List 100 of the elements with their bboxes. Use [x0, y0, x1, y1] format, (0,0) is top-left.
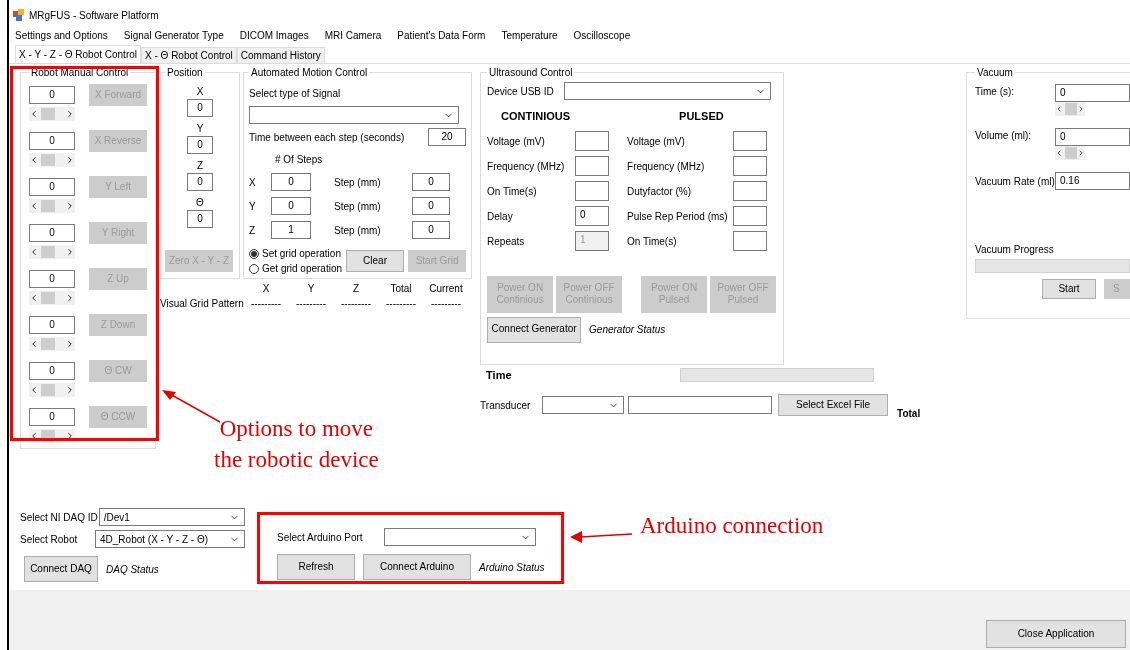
- tab[interactable]: Command History: [236, 47, 325, 63]
- tab[interactable]: X - Y - Z - Θ Robot Control: [15, 45, 141, 63]
- vacuum-button[interactable]: Start: [1042, 279, 1096, 299]
- table-cell-text: ---------: [251, 297, 281, 311]
- status-text: Arduino Status: [479, 560, 545, 575]
- menu-item[interactable]: Patient's Data Form: [397, 27, 486, 43]
- connect-button[interactable]: Connect Arduino: [363, 554, 471, 580]
- input-field[interactable]: 0: [412, 197, 450, 215]
- label: X: [249, 175, 257, 190]
- label: Y: [249, 199, 257, 214]
- scroll-bar[interactable]: [1055, 102, 1085, 116]
- tab[interactable]: X - Θ Robot Control: [141, 47, 237, 63]
- panel-title: Automated Motion Control: [250, 66, 369, 80]
- label: Vacuum Progress: [975, 243, 1055, 257]
- menu-item[interactable]: DICOM Images: [239, 27, 309, 43]
- label: On Time(s): [487, 184, 538, 199]
- label: Frequency (MHz): [627, 159, 706, 174]
- input-field[interactable]: [575, 181, 610, 201]
- input-field[interactable]: 0: [412, 221, 450, 239]
- table-cell-text: ---------: [431, 297, 461, 311]
- input-field[interactable]: [733, 206, 768, 226]
- label: Current: [429, 282, 463, 296]
- scroll-bar[interactable]: [29, 199, 75, 213]
- table-cell-text: ---------: [386, 297, 416, 311]
- menu-item[interactable]: Temperature: [501, 27, 558, 43]
- label: Step (mm): [334, 199, 382, 214]
- label: X: [196, 85, 204, 99]
- label: Step (mm): [334, 175, 382, 190]
- input-field[interactable]: [733, 231, 768, 251]
- input-field[interactable]: 0: [575, 206, 610, 226]
- label: Θ: [196, 196, 204, 210]
- arrow: [162, 390, 221, 423]
- label: Time (s):: [975, 85, 1016, 99]
- scroll-bar[interactable]: [29, 383, 75, 397]
- input-field[interactable]: 0: [1055, 128, 1130, 146]
- dropdown[interactable]: [249, 106, 459, 124]
- select-file-button[interactable]: Select Excel File: [778, 394, 889, 416]
- input-field[interactable]: 20: [428, 128, 467, 146]
- input-field[interactable]: [733, 131, 768, 151]
- input-field[interactable]: 0: [1055, 84, 1130, 102]
- menu-item[interactable]: Settings and Options: [15, 27, 108, 43]
- input-field[interactable]: 0: [187, 210, 213, 228]
- input-field[interactable]: [733, 156, 768, 176]
- input-field[interactable]: 0: [412, 173, 450, 191]
- input-field[interactable]: 1: [271, 221, 311, 239]
- input-field[interactable]: 0: [187, 99, 213, 117]
- dropdown[interactable]: [563, 82, 771, 100]
- dropdown[interactable]: [384, 528, 536, 546]
- input-field[interactable]: [575, 131, 610, 151]
- label: Get grid operation: [262, 262, 343, 276]
- input-field[interactable]: [628, 396, 773, 414]
- window-title: MRgFUS - Software Platform: [29, 8, 159, 23]
- input-field[interactable]: [575, 156, 610, 176]
- scroll-bar[interactable]: [1055, 146, 1085, 160]
- scroll-bar[interactable]: [29, 337, 75, 351]
- label: Step (mm): [334, 223, 382, 238]
- scroll-bar[interactable]: [29, 291, 75, 305]
- input-field[interactable]: 0.16: [1055, 172, 1130, 190]
- label: Select Robot: [20, 532, 79, 547]
- label: Select Arduino Port: [277, 530, 364, 545]
- connect-button[interactable]: Connect DAQ: [24, 556, 98, 582]
- label: Y: [196, 122, 204, 136]
- annotation-text: Arduino connection: [640, 512, 824, 540]
- label: Pulse Rep Period (ms): [627, 209, 729, 224]
- connect-button[interactable]: Connect Generator: [487, 316, 582, 343]
- label: Vacuum Rate (ml):: [975, 174, 1055, 189]
- dropdown[interactable]: /Dev1: [98, 508, 245, 526]
- menu-item[interactable]: Oscilloscope: [573, 27, 631, 43]
- input-field[interactable]: 0: [187, 136, 213, 154]
- close-button[interactable]: Close Application: [986, 620, 1126, 648]
- menu-item[interactable]: MRI Camera: [324, 27, 382, 43]
- label: Dutyfactor (%): [627, 184, 692, 199]
- panel-title: Ultrasound Control: [488, 66, 574, 80]
- label: Repeats: [487, 234, 526, 249]
- label: Time between each step (seconds): [249, 130, 405, 145]
- input-field[interactable]: 0: [271, 197, 311, 215]
- label: Select NI DAQ ID: [20, 510, 98, 525]
- menu-item[interactable]: Signal Generator Type: [123, 27, 224, 43]
- scroll-bar[interactable]: [29, 153, 75, 167]
- label: Voltage (mV): [487, 134, 546, 149]
- dropdown[interactable]: [542, 396, 625, 414]
- status-text: DAQ Status: [106, 562, 159, 577]
- label: Set grid operation: [262, 247, 341, 261]
- refresh-button[interactable]: Refresh: [277, 554, 355, 580]
- table-cell-text: ---------: [341, 297, 371, 311]
- label: Y: [307, 282, 315, 296]
- label: Time: [486, 368, 513, 383]
- label: Volume (ml):: [975, 129, 1033, 143]
- app-icon: [13, 9, 25, 21]
- dropdown[interactable]: 4D_Robot (X - Y - Z - Θ): [95, 530, 245, 548]
- label: Transducer: [480, 398, 532, 413]
- input-field[interactable]: 0: [187, 173, 213, 191]
- scroll-bar[interactable]: [29, 245, 75, 259]
- label: On Time(s): [627, 234, 678, 249]
- scroll-bar[interactable]: [29, 107, 75, 121]
- input-field[interactable]: [733, 181, 768, 201]
- label: Z: [352, 282, 360, 296]
- grid-button[interactable]: Clear: [346, 250, 405, 272]
- input-field[interactable]: 0: [271, 173, 311, 191]
- label: X: [262, 282, 270, 296]
